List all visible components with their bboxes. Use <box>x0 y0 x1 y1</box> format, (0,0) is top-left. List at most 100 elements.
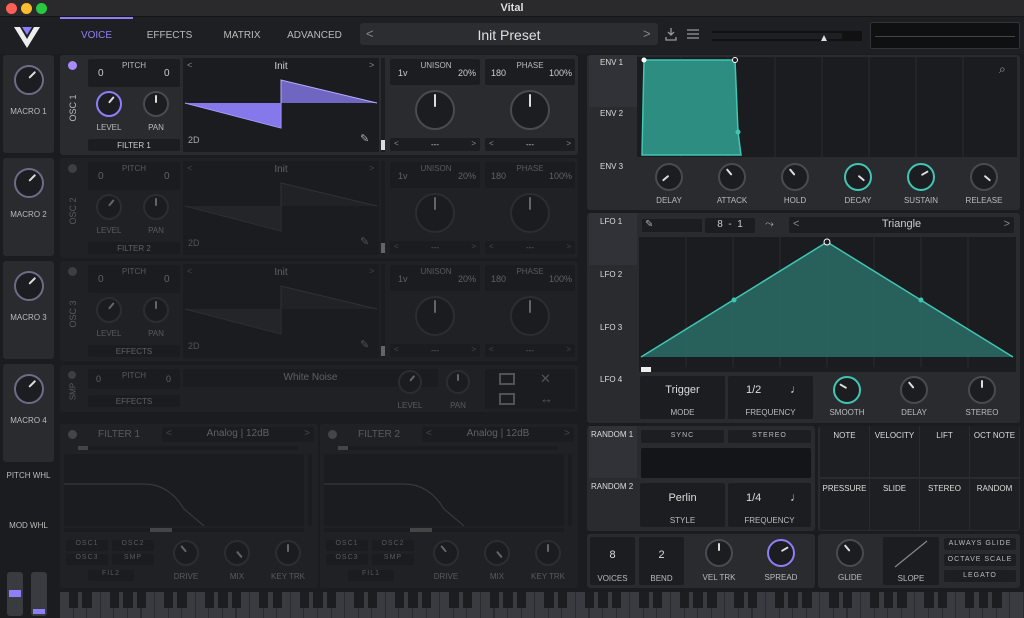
osc-1-semitone[interactable]: 0 <box>164 68 170 79</box>
osc-2-phase-knob[interactable] <box>510 193 550 233</box>
mod-source-note[interactable]: NOTE <box>820 426 869 477</box>
filter-1-src-osc2[interactable]: OSC2 <box>112 540 154 551</box>
envelope-graph[interactable]: ⌕ <box>637 57 1017 157</box>
macro-2-knob[interactable] <box>14 168 44 198</box>
osc-3-pan-knob[interactable] <box>143 297 169 323</box>
sampler-semitone[interactable]: 0 <box>166 374 171 384</box>
sampler-power-button[interactable] <box>68 371 76 379</box>
black-key[interactable] <box>734 592 744 608</box>
filter-1-cutoff-slider[interactable] <box>64 528 304 532</box>
filter-1-key-trk-knob[interactable] <box>275 540 301 566</box>
osc-3-phase-random[interactable]: 100% <box>549 274 572 284</box>
osc-1-octave[interactable]: 0 <box>98 68 104 79</box>
bounce-icon[interactable]: ↔ <box>540 391 553 406</box>
osc-1-pan-knob[interactable] <box>143 91 169 117</box>
osc-1-distortion-mode[interactable]: < --- > <box>485 138 575 151</box>
preset-next-button[interactable]: > <box>643 26 651 41</box>
zoom-icon[interactable]: ⌕ <box>999 62 1006 77</box>
black-key[interactable] <box>109 592 120 608</box>
filter-1-mix-knob[interactable] <box>224 540 250 566</box>
edit-pencil-icon[interactable]: ✎ <box>360 132 369 145</box>
octave-scale-button[interactable]: OCTAVE SCALE <box>944 554 1016 566</box>
black-key[interactable] <box>258 592 269 608</box>
osc-1-route[interactable]: FILTER 1 <box>88 139 180 151</box>
black-key[interactable] <box>326 592 337 608</box>
keyboard[interactable] <box>60 592 1024 618</box>
mod-source-stereo[interactable]: STEREO <box>920 479 969 530</box>
filter-1-resonance-slider[interactable] <box>308 454 312 526</box>
black-key[interactable] <box>218 592 228 608</box>
osc-2-route[interactable]: FILTER 2 <box>88 242 180 254</box>
black-key[interactable] <box>679 592 690 608</box>
lfo-graph[interactable] <box>639 237 1016 367</box>
random-frequency-selector[interactable]: 1/4 ♩ FREQUENCY <box>728 483 811 527</box>
osc-2-phase-random[interactable]: 100% <box>549 171 572 181</box>
filter-1-src-osc3[interactable]: OSC3 <box>66 554 108 565</box>
osc-1-phase-value[interactable]: 180 <box>491 68 506 78</box>
osc-3-unison-mode[interactable]: < --- > <box>390 344 480 357</box>
osc-3-phase-knob[interactable] <box>510 296 550 336</box>
filter-2-blend-slider[interactable] <box>338 446 558 450</box>
tab-random-1[interactable]: RANDOM 1 <box>591 430 641 439</box>
osc-1-level-knob[interactable] <box>96 91 122 117</box>
lfo-division[interactable]: 8 - 1 <box>705 218 755 233</box>
osc-3-mode[interactable]: 2D <box>188 341 200 351</box>
osc-1-wavetable[interactable]: < Init > 2D ✎ <box>183 58 379 152</box>
black-key[interactable] <box>842 592 853 608</box>
mod-source-slide[interactable]: SLIDE <box>870 479 919 530</box>
black-key[interactable] <box>163 592 174 608</box>
black-key[interactable] <box>204 592 215 608</box>
osc-2-octave[interactable]: 0 <box>98 171 104 182</box>
filter-2-src-osc1[interactable]: OSC1 <box>326 540 368 551</box>
always-glide-button[interactable]: ALWAYS GLIDE <box>944 538 1016 550</box>
filter-1-type-selector[interactable]: < Analog | 12dB > <box>162 427 314 442</box>
macro-1-knob[interactable] <box>14 65 44 95</box>
lfo-curve-icon[interactable]: ⤳ <box>765 218 774 231</box>
osc-2-frame-slider[interactable] <box>381 161 385 255</box>
macro-4-knob[interactable] <box>14 374 44 404</box>
osc-3-frame-slider[interactable] <box>381 264 385 358</box>
lfo-knob-2[interactable] <box>968 376 996 404</box>
osc-3-distortion-mode[interactable]: < --- > <box>485 344 575 357</box>
tab-env-3[interactable]: ENV 3 <box>600 162 648 171</box>
preset-selector[interactable]: < Init Preset > <box>360 23 658 45</box>
black-key[interactable] <box>354 592 364 608</box>
osc-2-unison-knob[interactable] <box>415 193 455 233</box>
osc-1-phase-random[interactable]: 100% <box>549 68 572 78</box>
filter-1-blend-slider[interactable] <box>78 446 298 450</box>
filter-2-src-osc2[interactable]: OSC2 <box>372 540 414 551</box>
mod-source-pressure[interactable]: PRESSURE <box>820 479 869 530</box>
osc-2-semitone[interactable]: 0 <box>164 171 170 182</box>
sampler-route[interactable]: EFFECTS <box>88 395 180 407</box>
sample-keytrack-icon[interactable] <box>499 373 515 385</box>
tempo-note-icon[interactable]: ♩ <box>790 382 802 396</box>
osc-2-unison-voices[interactable]: 1v <box>398 171 408 181</box>
lfo-paint-selector[interactable]: ✎ <box>642 219 702 232</box>
osc-2-pan-knob[interactable] <box>143 194 169 220</box>
black-key[interactable] <box>557 592 568 608</box>
lfo-frequency-selector[interactable]: 1/2 ♩ FREQUENCY <box>728 376 813 419</box>
lfo-phase-bar[interactable] <box>639 367 1016 372</box>
tab-lfo-1[interactable]: LFO 1 <box>600 217 648 226</box>
lfo-knob-0[interactable] <box>833 376 861 404</box>
osc-1-frame-slider[interactable] <box>381 58 385 152</box>
black-key[interactable] <box>367 592 377 608</box>
black-key[interactable] <box>408 592 418 608</box>
black-key[interactable] <box>829 592 839 608</box>
black-key[interactable] <box>611 592 622 608</box>
osc-2-unison-detune[interactable]: 20% <box>458 171 476 181</box>
tab-voice[interactable]: VOICE <box>60 30 133 41</box>
sampler-octave[interactable]: 0 <box>96 374 101 384</box>
tab-matrix[interactable]: MATRIX <box>212 30 272 41</box>
env-knob-1[interactable] <box>718 163 746 191</box>
filter-2-resonance-slider[interactable] <box>568 454 572 526</box>
filter-1-src-osc1[interactable]: OSC1 <box>66 540 108 551</box>
random-stereo-button[interactable]: STEREO <box>728 430 811 443</box>
black-key[interactable] <box>937 592 948 608</box>
black-key[interactable] <box>231 592 242 608</box>
black-key[interactable] <box>449 592 459 608</box>
black-key[interactable] <box>964 592 975 608</box>
black-key[interactable] <box>788 592 798 608</box>
black-key[interactable] <box>992 592 1002 608</box>
voices-selector[interactable]: 8 VOICES <box>590 537 635 585</box>
